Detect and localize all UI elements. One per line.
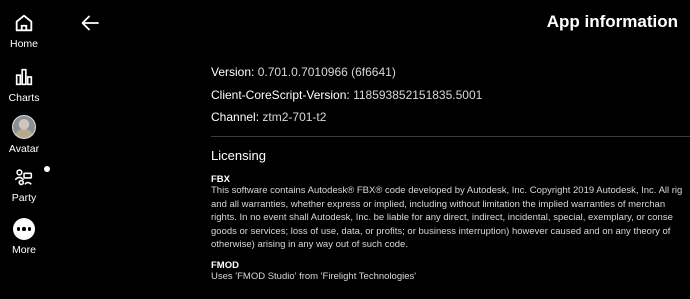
page-title: App information [546,12,678,31]
license-line: otherwise) arising in any way out of suc… [211,239,408,251]
license-line: goods or services; loss of use, data, or… [211,225,671,237]
version-value: 0.701.0.7010966 (6f6641) [257,65,396,79]
party-icon [14,169,33,186]
corescript-value: 118593852151835.5001 [353,88,483,102]
sidebar-item-label: More [12,244,36,256]
sidebar-item-party[interactable]: Party [0,166,50,204]
license-text-fbx: This software contains Autodesk® FBX® co… [211,184,690,252]
charts-icon [15,68,33,86]
license-line: This software contains Autodesk® FBX® co… [211,185,683,196]
corescript-row: Client-CoreScript-Version: 1185938521518… [211,88,482,102]
home-icon [15,14,33,32]
notification-badge [44,166,50,172]
sidebar-item-more[interactable]: More [0,218,48,256]
corescript-label: Client-CoreScript-Version: [211,88,350,102]
licensing-title: Licensing [211,148,266,163]
sidebar-item-label: Charts [8,92,40,104]
license-text-fmod: Uses 'FMOD Studio' from 'Firelight Techn… [211,270,690,284]
more-icon [13,218,35,240]
sidebar-item-label: Party [11,192,37,204]
sidebar-item-home[interactable]: Home [0,12,48,50]
license-line: Uses 'FMOD Studio' from 'Firelight Techn… [211,271,417,282]
channel-value: ztm2-701-t2 [262,110,327,124]
divider [211,136,690,137]
back-arrow-icon[interactable] [80,13,100,33]
sidebar-item-label: Home [9,38,38,50]
version-row: Version: 0.701.0.7010966 (6f6641) [211,65,396,79]
channel-label: Channel: [211,110,260,124]
channel-row: Channel: ztm2-701-t2 [211,110,326,124]
version-label: Version: [211,65,255,79]
sidebar-item-avatar[interactable]: Avatar [0,115,48,155]
license-line: and all warranties, whether express or i… [211,198,666,210]
sidebar-item-charts[interactable]: Charts [0,66,48,104]
avatar-image [12,115,36,139]
license-line: rights. In no event shall Autodesk, Inc.… [211,212,673,224]
sidebar-item-label: Avatar [8,143,40,155]
party-icon-wrap [13,166,50,188]
sidebar: Home Charts Avatar Party More [0,0,50,299]
